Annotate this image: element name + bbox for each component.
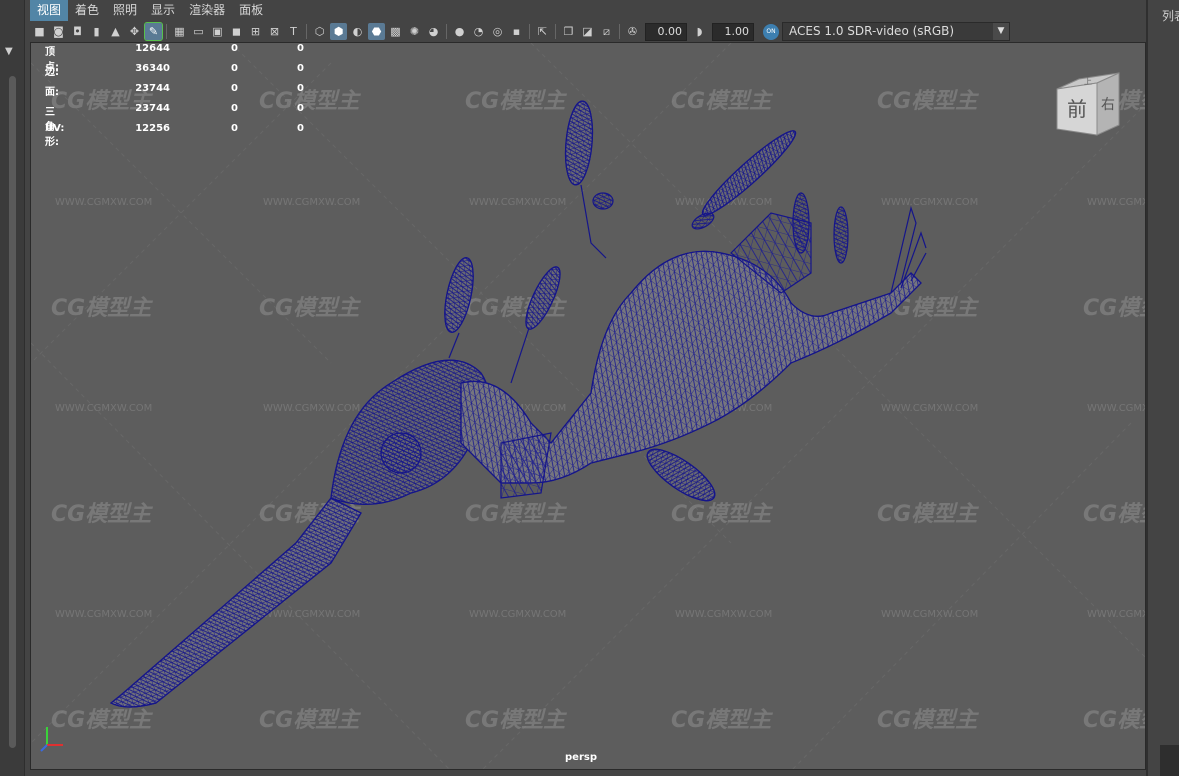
default-material-icon[interactable]: ◐: [349, 23, 366, 40]
toolbar-separator: [446, 24, 447, 39]
stat-value: 12644: [135, 43, 170, 54]
use-all-lights-icon[interactable]: ✺: [406, 23, 423, 40]
gamma-field[interactable]: 1.00: [712, 22, 754, 41]
safe-action-icon[interactable]: ⊠: [266, 23, 283, 40]
3d-viewport[interactable]: CG模型主 CG模型主 CG模型主 CG模型主 CG模型主 CG模型主 CG模型主 CG模型主…: [30, 42, 1146, 770]
stat-value: 0: [297, 103, 304, 114]
bookmarks-icon[interactable]: ◘: [69, 23, 86, 40]
stat-value: 0: [231, 103, 238, 114]
xray-active-components-icon[interactable]: ◪: [579, 23, 596, 40]
view-cube[interactable]: 前 右 上: [1053, 71, 1123, 141]
stat-label: 面:: [45, 87, 59, 98]
resolution-gate-toggle-icon[interactable]: ▣: [209, 23, 226, 40]
isolate-select-icon[interactable]: ⇱: [534, 23, 551, 40]
resolution-gate-icon[interactable]: ✥: [126, 23, 143, 40]
stat-value: 12256: [135, 123, 170, 134]
camera-name-label: persp: [565, 752, 597, 763]
outliner-tab-label[interactable]: 列表: [1162, 7, 1179, 24]
right-panel: 列表: [1146, 0, 1179, 776]
grease-pencil-icon[interactable]: ✎: [144, 22, 163, 41]
colorspace-dropdown[interactable]: ACES 1.0 SDR-video (sRGB) ▼: [782, 22, 1010, 41]
viewcube-right-label: 右: [1101, 97, 1115, 113]
menu-panels[interactable]: 面板: [232, 0, 270, 21]
menu-lighting[interactable]: 照明: [106, 0, 144, 21]
screen-space-ao-icon[interactable]: ●: [451, 23, 468, 40]
select-camera-icon[interactable]: ■: [31, 23, 48, 40]
camera-attributes-icon[interactable]: ◙: [50, 23, 67, 40]
motion-blur-icon[interactable]: ◔: [470, 23, 487, 40]
stat-value: 0: [297, 123, 304, 134]
stat-value: 0: [231, 43, 238, 54]
menu-renderer[interactable]: 渲染器: [182, 0, 232, 21]
toolbar-separator: [166, 24, 167, 39]
menu-show[interactable]: 显示: [144, 0, 182, 21]
stat-label: 边:: [45, 67, 59, 78]
grid-icon[interactable]: ▦: [171, 23, 188, 40]
right-panel-footer: [1160, 745, 1179, 776]
image-plane-icon[interactable]: ▮: [88, 23, 105, 40]
gamma-icon[interactable]: ◗: [691, 23, 708, 40]
stat-value: 36340: [135, 63, 170, 74]
smooth-shade-icon[interactable]: ⬢: [330, 23, 347, 40]
xray-joints-icon[interactable]: ⧄: [598, 23, 615, 40]
chevron-down-icon[interactable]: ▼: [993, 23, 1009, 40]
gate-mask-icon[interactable]: ◼: [228, 23, 245, 40]
field-chart-icon[interactable]: ⊞: [247, 23, 264, 40]
sea-dragon-wireframe-model[interactable]: [31, 43, 1146, 770]
stat-value: 23744: [135, 103, 170, 114]
stat-value: 0: [231, 83, 238, 94]
color-management-toggle[interactable]: ON: [763, 23, 779, 40]
depth-of-field-icon[interactable]: ▪: [508, 23, 525, 40]
toolbar-separator: [529, 24, 530, 39]
viewcube-top-label: 上: [1084, 77, 1092, 86]
safe-title-icon[interactable]: T: [285, 23, 302, 40]
exposure-icon[interactable]: ✇: [624, 23, 641, 40]
collapse-arrow-icon[interactable]: ▼: [5, 46, 13, 57]
left-panel-strip: ▼: [0, 0, 25, 776]
stat-value: 0: [297, 63, 304, 74]
shadows-icon[interactable]: ◕: [425, 23, 442, 40]
menu-view[interactable]: 视图: [30, 0, 69, 21]
stat-value: 0: [231, 123, 238, 134]
toolbar-separator: [555, 24, 556, 39]
wireframe-on-shaded-icon[interactable]: ⬣: [368, 23, 385, 40]
stat-value: 0: [297, 83, 304, 94]
left-scrollbar[interactable]: [9, 76, 16, 748]
viewcube-front-label: 前: [1067, 97, 1087, 121]
textured-icon[interactable]: ▩: [387, 23, 404, 40]
stat-value: 0: [297, 43, 304, 54]
stat-label: UV:: [45, 123, 65, 134]
multisample-aa-icon[interactable]: ◎: [489, 23, 506, 40]
exposure-field[interactable]: 0.00: [645, 22, 687, 41]
toolbar-separator: [306, 24, 307, 39]
axis-gizmo: [40, 727, 63, 752]
colorspace-value: ACES 1.0 SDR-video (sRGB): [789, 24, 955, 38]
film-gate-toggle-icon[interactable]: ▭: [190, 23, 207, 40]
film-gate-icon[interactable]: ▲: [107, 23, 124, 40]
xray-icon[interactable]: ❐: [560, 23, 577, 40]
z-axis-icon: [40, 744, 48, 752]
stat-value: 23744: [135, 83, 170, 94]
menu-shading[interactable]: 着色: [68, 0, 106, 21]
viewport-toolbar: ■ ◙ ◘ ▮ ▲ ✥ ✎ ▦ ▭ ▣ ◼ ⊞ ⊠ T ⬡ ⬢ ◐ ⬣ ▩ ✺ …: [30, 21, 1146, 42]
viewport-menu-bar: 视图 着色 照明 显示 渲染器 面板: [30, 0, 1146, 21]
stat-value: 0: [231, 63, 238, 74]
wireframe-icon[interactable]: ⬡: [311, 23, 328, 40]
toolbar-separator: [619, 24, 620, 39]
